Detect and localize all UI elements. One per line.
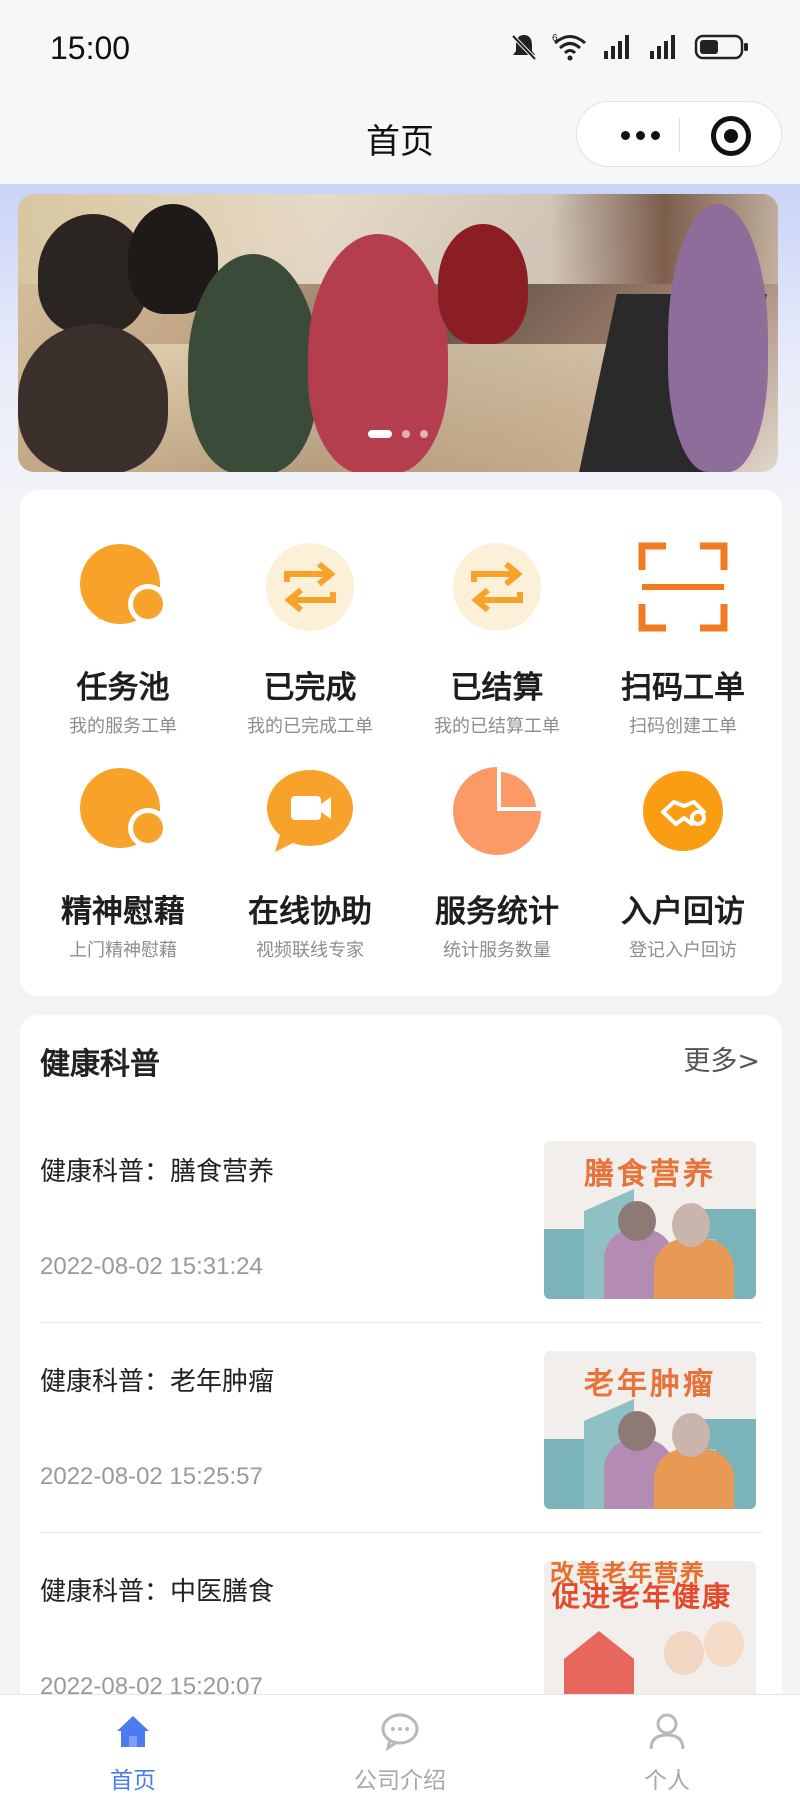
banner-dot-active[interactable] [368, 430, 392, 438]
tab-label: 首页 [110, 1768, 156, 1794]
grid-item-subtitle: 我的服务工单 [69, 716, 177, 737]
section-title: 健康科普 [40, 1047, 160, 1082]
pie-chart-icon [452, 766, 542, 856]
banner-photo-person [188, 254, 318, 472]
thumbnail-caption: 老年肿瘤 [584, 1367, 716, 1402]
function-grid: 任务池 我的服务工单 已完成 我的已完成工单 已结算 我的已结算工单 扫码工单 … [20, 490, 782, 996]
signal-icon [650, 35, 675, 59]
grid-item-online-help[interactable]: 在线协助 视频联线专家 [215, 766, 405, 986]
grid-item-title: 精神慰藉 [61, 894, 185, 930]
grid-item-scan[interactable]: 扫码工单 扫码创建工单 [588, 542, 778, 762]
grid-item-title: 在线协助 [248, 894, 372, 930]
article-time: 2022-08-02 15:31:24 [40, 1253, 263, 1280]
banner-carousel[interactable] [18, 194, 778, 472]
battery-icon [694, 34, 748, 60]
grid-item-title: 入户回访 [621, 894, 745, 930]
tab-label: 个人 [644, 1768, 690, 1794]
more-link[interactable]: 更多> [683, 1039, 760, 1078]
grid-item-subtitle: 扫码创建工单 [629, 716, 737, 737]
grid-item-subtitle: 我的已完成工单 [247, 716, 373, 737]
article-thumbnail: 膳食营养 [544, 1141, 756, 1299]
tab-company[interactable]: 公司介绍 [267, 1695, 533, 1806]
health-section: 健康科普 更多> 健康科普：膳食营养 2022-08-02 15:31:24 膳… [20, 1015, 782, 1735]
thumbnail-caption: 促进老年健康 [552, 1580, 733, 1613]
tab-bar: 首页 公司介绍 个人 [0, 1694, 800, 1806]
banner-dot[interactable] [420, 430, 428, 438]
grid-item-task-pool[interactable]: 任务池 我的服务工单 [28, 542, 218, 762]
close-target-icon[interactable] [711, 116, 751, 156]
article-item[interactable]: 健康科普：老年肿瘤 2022-08-02 15:25:57 老年肿瘤 [40, 1325, 762, 1533]
wifi-icon: 6 [552, 33, 586, 61]
grid-item-subtitle: 我的已结算工单 [434, 716, 560, 737]
grid-item-completed[interactable]: 已完成 我的已完成工单 [215, 542, 405, 762]
scan-icon [638, 542, 728, 632]
banner-dot[interactable] [402, 430, 410, 438]
grid-item-title: 服务统计 [435, 894, 559, 930]
wifi-gen-label: 6 [552, 33, 558, 44]
grid-item-subtitle: 上门精神慰藉 [69, 940, 177, 961]
person-icon [647, 1711, 687, 1751]
article-title: 健康科普：中医膳食 [40, 1577, 275, 1607]
grid-item-subtitle: 统计服务数量 [443, 940, 551, 961]
signal-icon [604, 35, 629, 59]
banner-photo-person [18, 324, 168, 472]
home-icon [113, 1711, 153, 1751]
grid-item-settled[interactable]: 已结算 我的已结算工单 [402, 542, 592, 762]
comfort-icon [78, 766, 168, 856]
grid-item-title: 扫码工单 [621, 670, 745, 706]
grid-item-title: 已结算 [450, 670, 544, 706]
mute-icon [511, 34, 537, 61]
grid-item-title: 任务池 [76, 670, 170, 706]
article-item[interactable]: 健康科普：膳食营养 2022-08-02 15:31:24 膳食营养 [40, 1115, 762, 1323]
status-icons: 6 [510, 32, 750, 62]
article-title: 健康科普：老年肿瘤 [40, 1367, 275, 1397]
capsule-divider [679, 118, 680, 152]
status-bar: 15:00 6 [0, 0, 800, 96]
task-pool-icon [78, 542, 168, 632]
grid-item-revisit[interactable]: 入户回访 登记入户回访 [588, 766, 778, 986]
more-icon[interactable] [605, 116, 675, 154]
status-time: 15:00 [50, 30, 131, 66]
divider [40, 1322, 762, 1323]
handshake-icon [638, 766, 728, 856]
tab-label: 公司介绍 [354, 1768, 446, 1794]
article-thumbnail: 老年肿瘤 [544, 1351, 756, 1509]
grid-item-statistics[interactable]: 服务统计 统计服务数量 [402, 766, 592, 986]
grid-item-subtitle: 登记入户回访 [629, 940, 737, 961]
grid-item-comfort[interactable]: 精神慰藉 上门精神慰藉 [28, 766, 218, 986]
completed-icon [265, 542, 355, 632]
grid-item-title: 已完成 [263, 670, 357, 706]
article-title: 健康科普：膳食营养 [40, 1157, 275, 1187]
divider [40, 1532, 762, 1533]
settled-icon [452, 542, 542, 632]
chat-icon [380, 1711, 420, 1752]
grid-item-subtitle: 视频联线专家 [256, 940, 364, 961]
tab-profile[interactable]: 个人 [534, 1695, 800, 1806]
nav-bar: 首页 [0, 96, 800, 184]
mini-program-capsule [576, 101, 782, 167]
banner-indicator [18, 430, 778, 438]
tab-home[interactable]: 首页 [0, 1695, 266, 1806]
thumbnail-caption: 膳食营养 [584, 1157, 716, 1192]
video-call-icon [265, 766, 355, 856]
article-time: 2022-08-02 15:25:57 [40, 1463, 263, 1490]
banner-photo-person [438, 224, 528, 344]
